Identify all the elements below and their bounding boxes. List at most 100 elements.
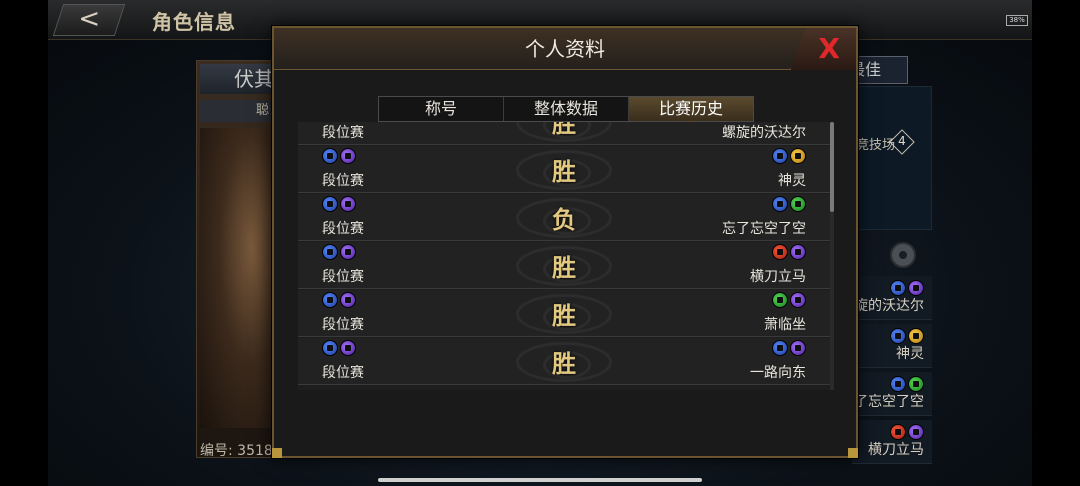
opponent-name: 横刀立马 <box>750 269 806 285</box>
character-subtitle: 聪敏 <box>200 100 278 122</box>
screen-edge-right <box>1032 0 1080 486</box>
match-result: 胜 <box>552 253 576 282</box>
opponent-icons <box>772 292 806 308</box>
side-opponent-name: 神灵 <box>896 346 924 362</box>
opponent-icons <box>772 244 806 260</box>
blue-class-icon <box>772 148 788 164</box>
back-button[interactable]: < <box>52 4 126 36</box>
arena-value: 4 <box>898 134 906 148</box>
green-class-icon <box>772 292 788 308</box>
character-id: 编号: 3518 <box>200 443 273 459</box>
side-icons <box>890 376 924 392</box>
opponent-name: 忘了忘空了空 <box>722 221 806 237</box>
purple-class-icon <box>340 244 356 260</box>
opponent-icons <box>772 148 806 164</box>
opponent-name: 萧临坐 <box>764 317 806 333</box>
dialog-title: 个人资料 <box>525 37 605 61</box>
blue-class-icon <box>322 292 338 308</box>
opponent-icons <box>772 340 806 356</box>
blue-class-icon <box>890 376 906 392</box>
mode-icons <box>322 244 356 260</box>
frame-corner <box>272 448 282 458</box>
scrollbar-thumb[interactable] <box>830 122 834 212</box>
match-history-list[interactable]: 段位赛胜螺旋的沃达尔 段位赛胜神灵 段位赛负忘了忘空了空 段位赛胜横刀立马 段位赛胜萧临… <box>298 122 834 390</box>
purple-class-icon <box>908 280 924 296</box>
back-arrow-icon: < <box>78 4 101 34</box>
tab-match-history[interactable]: 比赛历史 <box>629 97 753 127</box>
frame-corner <box>848 448 858 458</box>
mode-icons <box>322 292 356 308</box>
arena-box <box>852 86 932 230</box>
mode-icons <box>322 340 356 356</box>
match-mode: 段位赛 <box>322 269 364 285</box>
match-mode: 段位赛 <box>322 125 364 141</box>
blue-class-icon <box>890 280 906 296</box>
blue-class-icon <box>772 196 788 212</box>
blue-class-icon <box>322 196 338 212</box>
character-portrait <box>200 128 274 428</box>
match-row[interactable]: 段位赛 胜 螺旋的沃达尔 <box>298 122 830 145</box>
red-class-icon <box>772 244 788 260</box>
close-icon: X <box>818 32 840 65</box>
match-row[interactable]: 段位赛 胜神灵 <box>298 146 830 193</box>
side-history-row[interactable]: 横刀立马 <box>852 420 932 464</box>
blue-class-icon <box>322 244 338 260</box>
purple-class-icon <box>790 340 806 356</box>
side-history-row[interactable]: 了忘空了空 <box>852 372 932 416</box>
red-class-icon <box>890 424 906 440</box>
page-title: 角色信息 <box>152 10 236 34</box>
mode-icons <box>322 196 356 212</box>
match-result: 负 <box>552 205 576 234</box>
blue-class-icon <box>890 328 906 344</box>
match-row[interactable]: 段位赛 负忘了忘空了空 <box>298 194 830 241</box>
match-row[interactable]: 段位赛 胜萧临坐 <box>298 290 830 337</box>
purple-class-icon <box>790 244 806 260</box>
arena-label: 竞技场 <box>856 138 896 153</box>
dialog-header: 个人资料 X <box>274 28 856 70</box>
side-opponent-name: 横刀立马 <box>868 442 924 458</box>
match-result: 胜 <box>552 157 576 186</box>
profile-dialog: 个人资料 X 称号 整体数据 比赛历史 段位赛胜螺旋的沃达尔 段位赛胜神灵 段位赛负… <box>272 26 858 458</box>
blue-class-icon <box>322 148 338 164</box>
tab-title[interactable]: 称号 <box>379 97 504 121</box>
side-opponent-name: 了忘空了空 <box>854 394 924 410</box>
purple-class-icon <box>790 292 806 308</box>
purple-class-icon <box>340 196 356 212</box>
yellow-class-icon <box>790 148 806 164</box>
side-history-row[interactable]: 旋的沃达尔 <box>852 276 932 320</box>
purple-class-icon <box>340 292 356 308</box>
purple-class-icon <box>340 148 356 164</box>
side-icons <box>890 280 924 296</box>
side-icons <box>890 424 924 440</box>
green-class-icon <box>908 376 924 392</box>
opponent-name: 神灵 <box>778 173 806 189</box>
match-result: 胜 <box>552 349 576 378</box>
match-row[interactable]: 段位赛 胜一路向东 <box>298 338 830 385</box>
match-result: 胜 <box>552 122 576 138</box>
match-mode: 段位赛 <box>322 221 364 237</box>
match-mode: 段位赛 <box>322 173 364 189</box>
purple-class-icon <box>908 424 924 440</box>
eye-icon[interactable] <box>890 242 916 268</box>
screen-edge-left <box>0 0 48 486</box>
blue-class-icon <box>772 340 788 356</box>
character-name: 伏其 <box>200 64 278 94</box>
side-history-row[interactable]: 神灵 <box>852 324 932 368</box>
purple-class-icon <box>340 340 356 356</box>
side-opponent-name: 旋的沃达尔 <box>854 298 924 314</box>
opponent-icons <box>772 196 806 212</box>
battery-indicator: 38% <box>1006 15 1028 26</box>
tab-overall-stats[interactable]: 整体数据 <box>504 97 629 121</box>
match-mode: 段位赛 <box>322 317 364 333</box>
home-indicator[interactable] <box>378 478 702 482</box>
yellow-class-icon <box>908 328 924 344</box>
dialog-tabs: 称号 整体数据 比赛历史 <box>378 96 754 127</box>
match-result: 胜 <box>552 301 576 330</box>
opponent-name: 一路向东 <box>750 365 806 381</box>
match-row[interactable]: 段位赛 胜横刀立马 <box>298 242 830 289</box>
side-icons <box>890 328 924 344</box>
blue-class-icon <box>322 340 338 356</box>
green-class-icon <box>790 196 806 212</box>
opponent-name: 螺旋的沃达尔 <box>722 125 806 141</box>
match-mode: 段位赛 <box>322 365 364 381</box>
